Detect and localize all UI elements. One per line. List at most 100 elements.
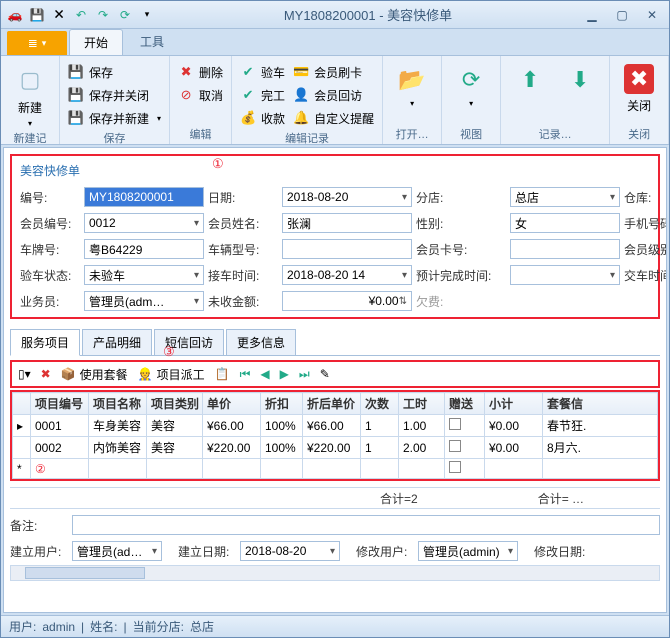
- tab-product[interactable]: 产品明细: [82, 329, 152, 355]
- maximize-button[interactable]: ▢: [611, 6, 633, 24]
- save-icon[interactable]: 💾: [29, 7, 45, 23]
- new-label: 新建: [18, 99, 42, 116]
- table-row-new[interactable]: *②: [13, 459, 658, 479]
- last-icon: ⏭: [299, 367, 310, 382]
- checkbox[interactable]: [449, 461, 461, 473]
- label-uncollected: 未收金额:: [208, 293, 278, 310]
- edit-button[interactable]: ✎: [320, 367, 330, 381]
- input-gender[interactable]: 女: [510, 213, 620, 233]
- delete-row-button[interactable]: ✖: [41, 367, 51, 381]
- use-package-button[interactable]: 📦使用套餐: [61, 366, 128, 383]
- marker-3: ③: [163, 344, 175, 360]
- first-icon: ⏮: [240, 367, 251, 382]
- input-model[interactable]: [282, 239, 412, 259]
- finish-icon: ✔: [240, 87, 256, 103]
- tab-start[interactable]: 开始: [69, 29, 123, 55]
- label-due-time: 预计完成时间:: [416, 267, 506, 284]
- refresh-icon[interactable]: ⟳: [117, 7, 133, 23]
- table-row[interactable]: 0002内饰美容美容 ¥220.00100%¥220.00 12.00 ¥0.0…: [13, 437, 658, 459]
- chevron-down-icon: ▾: [42, 38, 47, 49]
- redo-icon[interactable]: ↷: [95, 7, 111, 23]
- next-button[interactable]: ▶: [280, 367, 289, 381]
- table-row[interactable]: ▸0001车身美容美容 ¥66.00100%¥66.00 11.00 ¥0.00…: [13, 415, 658, 437]
- custom-button[interactable]: 🔔自定义提醒: [293, 108, 374, 128]
- label-no: 编号:: [20, 189, 80, 206]
- input-create-date[interactable]: 2018-08-20▾: [240, 541, 340, 561]
- input-mod-user[interactable]: 管理员(admin)▾: [418, 541, 518, 561]
- tab-sms[interactable]: 短信回访③: [154, 329, 224, 355]
- service-grid[interactable]: 项目编号项目名称项目类别 单价折扣折后单价 次数工时赠送 小计套餐信 ▸0001…: [12, 392, 658, 479]
- delete-button[interactable]: ✖删除: [178, 62, 223, 82]
- label-phone: 手机号码: [624, 215, 667, 232]
- marker-2: ②: [35, 462, 46, 476]
- check-button[interactable]: ✔验车: [240, 62, 285, 82]
- prev-button[interactable]: ⬆: [509, 60, 551, 96]
- close-button[interactable]: ✖关闭: [618, 60, 660, 114]
- input-remark[interactable]: [72, 515, 660, 535]
- checkbox[interactable]: [449, 440, 461, 452]
- save-button[interactable]: 💾保存: [68, 62, 161, 82]
- input-no[interactable]: MY1808200001: [84, 187, 204, 207]
- input-card-no[interactable]: [510, 239, 620, 259]
- input-member-no[interactable]: 0012▾: [84, 213, 204, 233]
- group-open-label: 打开…: [391, 124, 433, 144]
- add-row-button[interactable]: ▯▾: [18, 367, 31, 381]
- prev-button[interactable]: ◀: [260, 367, 269, 381]
- input-uncollected[interactable]: ¥0.00⇅: [282, 291, 412, 311]
- chevron-down-icon: ▾: [469, 99, 473, 108]
- last-button[interactable]: ⏭: [299, 367, 310, 382]
- label-create-date: 建立日期:: [178, 543, 234, 560]
- close-button[interactable]: ✕: [641, 6, 663, 24]
- save-close-icon[interactable]: 🗙: [51, 7, 67, 23]
- dispatch-button[interactable]: 👷项目派工: [138, 366, 205, 383]
- cancel-button[interactable]: ⊘取消: [178, 85, 223, 105]
- input-check-state[interactable]: 未验车▾: [84, 265, 204, 285]
- app-menu-button[interactable]: ≣ ▾: [7, 31, 67, 55]
- input-branch[interactable]: 总店▾: [510, 187, 620, 207]
- label-gender: 性别:: [416, 215, 506, 232]
- save-close-button[interactable]: 💾保存并关闭: [68, 85, 161, 105]
- next-icon: ▶: [280, 367, 289, 381]
- list-icon: ≣: [28, 36, 38, 50]
- tab-more[interactable]: 更多信息: [226, 329, 296, 355]
- scroll-thumb[interactable]: [25, 567, 145, 579]
- status-user-label: 用户:: [9, 618, 36, 635]
- label-arrears: 欠费:: [416, 293, 506, 310]
- finish-button[interactable]: ✔完工: [240, 85, 285, 105]
- chevron-down-icon: ▾: [610, 270, 615, 281]
- undo-icon[interactable]: ↶: [73, 7, 89, 23]
- card-button[interactable]: 💳会员刷卡: [293, 62, 374, 82]
- label-date: 日期:: [208, 189, 278, 206]
- minimize-button[interactable]: ▁: [581, 6, 603, 24]
- copy-button[interactable]: 📋: [215, 367, 230, 381]
- input-due-time[interactable]: ▾: [510, 265, 620, 285]
- visit-button[interactable]: 👤会员回访: [293, 85, 374, 105]
- horizontal-scrollbar[interactable]: [10, 565, 660, 581]
- input-member-name[interactable]: 张澜: [282, 213, 412, 233]
- input-date[interactable]: 2018-08-20▾: [282, 187, 412, 207]
- input-create-user[interactable]: 管理员(ad…▾: [72, 541, 162, 561]
- check-icon: ✔: [240, 64, 256, 80]
- footer-form: 备注: 建立用户: 管理员(ad…▾ 建立日期: 2018-08-20▾ 修改用…: [10, 515, 660, 561]
- chevron-down-icon: ▾: [194, 270, 199, 281]
- input-sales[interactable]: 管理员(adm…▾: [84, 291, 204, 311]
- save-new-button[interactable]: 💾保存并新建▾: [68, 108, 161, 128]
- qat-dd-icon[interactable]: ▾: [139, 7, 155, 23]
- tab-service[interactable]: 服务项目: [10, 329, 80, 356]
- group-record-label: 编辑记录: [240, 128, 374, 148]
- checkbox[interactable]: [449, 418, 461, 430]
- view-button[interactable]: ⟳▾: [450, 60, 492, 108]
- chevron-down-icon: ▾: [402, 270, 407, 281]
- tab-tools[interactable]: 工具: [125, 28, 179, 55]
- titlebar: 🚗 💾 🗙 ↶ ↷ ⟳ ▾ MY1808200001 - 美容快修单 ▁ ▢ ✕: [1, 1, 669, 29]
- input-recv-time[interactable]: 2018-08-20 14▾: [282, 265, 412, 285]
- label-card-no: 会员卡号:: [416, 241, 506, 258]
- input-plate[interactable]: 粤B64229: [84, 239, 204, 259]
- next-button[interactable]: ⬇: [559, 60, 601, 96]
- open-icon: 📂: [396, 64, 428, 96]
- new-button[interactable]: ▢ 新建 ▾: [9, 60, 51, 128]
- collect-button[interactable]: 💰收款: [240, 108, 285, 128]
- open-button[interactable]: 📂▾: [391, 60, 433, 108]
- chevron-down-icon: ▾: [194, 218, 199, 229]
- first-button[interactable]: ⏮: [240, 367, 251, 382]
